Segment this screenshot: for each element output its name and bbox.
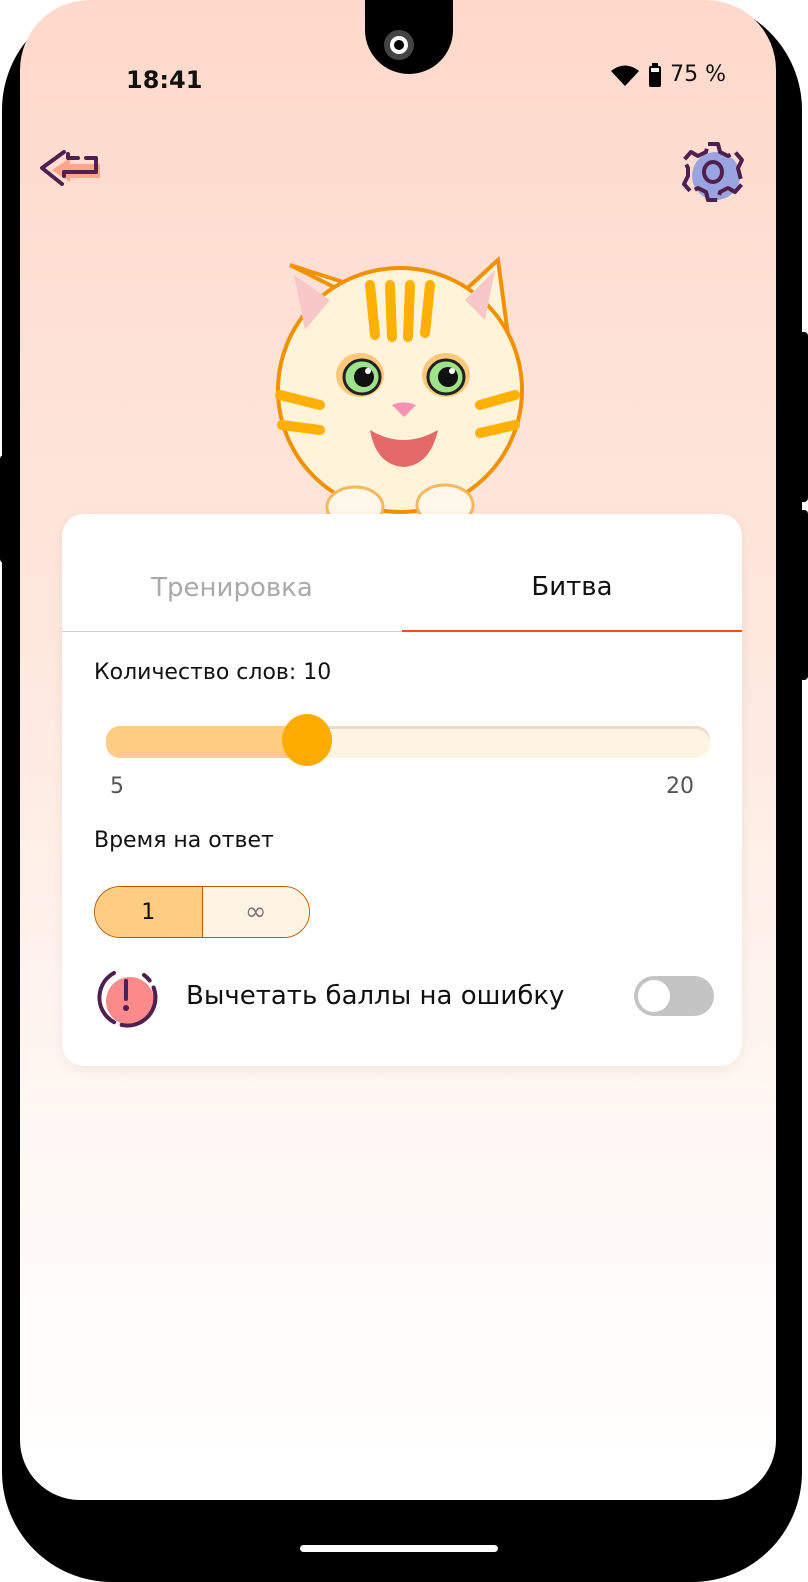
tab-training[interactable]: Тренировка: [62, 514, 402, 631]
home-indicator[interactable]: [300, 1545, 498, 1552]
penalty-toggle[interactable]: [634, 976, 714, 1016]
word-count-label: Количество слов: 10: [94, 660, 332, 685]
status-time: 18:41: [126, 66, 203, 94]
settings-button[interactable]: [680, 140, 746, 206]
status-icons: 75 %: [610, 62, 726, 87]
mode-tabs: Тренировка Битва: [62, 514, 742, 632]
gear-icon: [682, 142, 744, 202]
battery-percent: 75 %: [670, 62, 726, 87]
back-arrow-icon: [40, 150, 100, 186]
penalty-label: Вычетать баллы на ошибку: [186, 981, 565, 1011]
wifi-icon: [611, 65, 640, 86]
power-button: [794, 510, 808, 680]
slider-thumb[interactable]: [282, 714, 333, 766]
side-button: [0, 455, 8, 563]
tab-battle[interactable]: Битва: [402, 514, 742, 632]
screen: 18:41 75 % Тренировка Битва Количество с…: [20, 0, 776, 1500]
settings-card: Тренировка Битва Количество слов: 10 5 2…: [62, 514, 742, 1066]
cat-mascot: [275, 255, 524, 529]
battery-icon: [649, 62, 662, 87]
answer-time-label: Время на ответ: [94, 828, 274, 853]
camera: [384, 30, 414, 60]
penalty-row: Вычетать баллы на ошибку: [94, 964, 714, 1028]
slider-fill: [106, 726, 308, 758]
slider-max-label: 20: [666, 774, 694, 799]
back-button[interactable]: [36, 144, 106, 194]
time-option-1[interactable]: 1: [95, 887, 203, 937]
slider-min-label: 5: [110, 774, 124, 799]
volume-button: [794, 332, 808, 502]
word-count-slider[interactable]: [106, 714, 710, 766]
answer-time-selector: 1 ∞: [94, 886, 310, 938]
warning-icon: [97, 971, 158, 1028]
time-option-infinite[interactable]: ∞: [202, 887, 309, 937]
